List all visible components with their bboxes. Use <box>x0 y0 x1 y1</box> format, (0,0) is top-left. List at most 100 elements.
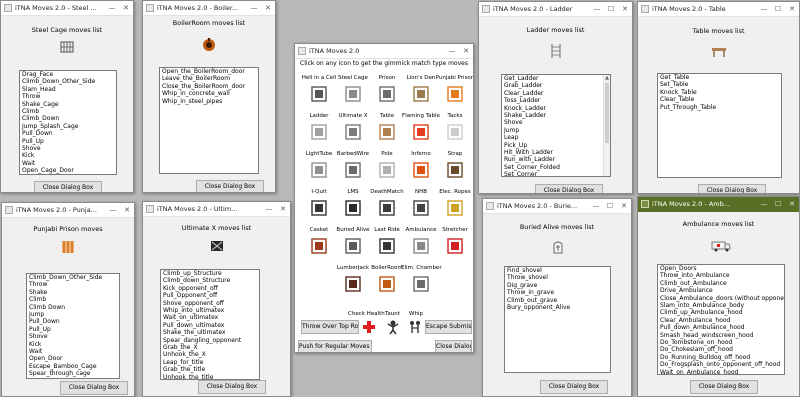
gimmick-punjabi-prison[interactable]: Punjabi Prison <box>435 74 473 104</box>
close-icon[interactable]: ✕ <box>785 197 799 212</box>
title-bar[interactable]: iTNA Moves 2.0 - Burie... — ☐ ✕ <box>483 199 631 214</box>
list-item[interactable]: Open_Cage_Door <box>20 167 116 174</box>
title-bar[interactable]: iTNA Moves 2.0 - Steel ... — ✕ <box>1 1 133 16</box>
close-dialog-button[interactable]: Close Dialog Box <box>60 381 128 395</box>
regular-moves-list-button[interactable]: Push for Regular Moves List <box>298 340 372 352</box>
title-bar[interactable]: iTNA Moves 2.0 - Amb... — ☐ ✕ <box>638 197 799 212</box>
list-item[interactable]: Put_Through_Table <box>658 104 781 111</box>
title-bar[interactable]: iTNA Moves 2.0 - Boiler... — ✕ <box>143 1 275 16</box>
minimize-icon[interactable]: — <box>757 197 771 212</box>
minimize-icon[interactable]: — <box>106 203 120 218</box>
list-item[interactable]: Shove <box>20 145 116 152</box>
close-dialog-button[interactable]: Close Dialog Box <box>698 184 766 193</box>
list-item[interactable]: Climb_Down_Other_Side <box>20 78 116 85</box>
list-item[interactable]: Throw_into_Ambulance <box>658 272 784 279</box>
close-icon[interactable]: ✕ <box>617 199 631 214</box>
deathmatch-icon[interactable] <box>377 198 397 218</box>
list-item[interactable]: Smash_head_windscreen_hood <box>658 332 784 339</box>
list-item[interactable]: Slam_into_Ambulance_body <box>658 302 784 309</box>
title-bar[interactable]: iTNA Moves 2.0 - Ladder — ☐ ✕ <box>479 2 632 17</box>
list-item[interactable]: Throw <box>20 93 116 100</box>
list-item[interactable]: Open_the_BoilerRoom_door <box>160 68 258 75</box>
escape-submission-button[interactable]: Escape Submission <box>425 320 472 334</box>
list-item[interactable]: Shake <box>27 289 119 296</box>
list-item[interactable]: Grab_Ladder <box>502 82 610 89</box>
strap-icon[interactable] <box>445 160 465 180</box>
list-item[interactable]: Close_the_BoilerRoom_door <box>160 83 258 90</box>
list-item[interactable]: Shake_Ladder <box>502 112 610 119</box>
list-item[interactable]: Throw <box>27 281 119 288</box>
close-icon[interactable]: ✕ <box>618 2 632 17</box>
list-item[interactable]: Kick_opponent_off <box>161 285 259 292</box>
stretcher-icon[interactable] <box>445 236 465 256</box>
title-bar[interactable]: iTNA Moves 2.0 - Ultim... — ✕ <box>143 202 290 217</box>
moves-list[interactable]: Open_Doors Throw_into_Ambulance Climb_out_… <box>657 264 785 375</box>
list-item[interactable]: Pick_Up <box>502 142 610 149</box>
elimination-chamber-icon[interactable] <box>411 274 431 294</box>
list-item[interactable]: Do_Tombstone_on_hood <box>658 339 784 346</box>
list-item[interactable]: Hit_With_Ladder <box>502 149 610 156</box>
close-icon[interactable]: ✕ <box>459 44 473 59</box>
list-item[interactable]: Shove_opponent_off <box>161 300 259 307</box>
list-item[interactable]: Escape_Bamboo_Cage <box>27 363 119 370</box>
punjabi-prison-icon[interactable] <box>445 84 465 104</box>
list-item[interactable]: Climb Down <box>27 304 119 311</box>
pole-icon[interactable] <box>377 160 397 180</box>
moves-list[interactable]: Get_Ladder Grab_Ladder Clear_Ladder Toss_La… <box>501 74 611 177</box>
list-item[interactable]: Climb_up_Structure <box>161 270 259 277</box>
list-item[interactable]: Set_Table <box>658 81 781 88</box>
list-item[interactable]: Open_Doors <box>658 265 784 272</box>
maximize-icon[interactable]: ☐ <box>771 197 785 212</box>
list-item[interactable]: Leave_the_BoilerRoom <box>160 75 258 82</box>
list-item[interactable]: Pull_Down <box>27 318 119 325</box>
check-health-icon[interactable] <box>361 319 377 335</box>
lumberjack-icon[interactable] <box>343 274 363 294</box>
list-item[interactable]: Whip_in_steel_pipes <box>160 98 258 105</box>
list-item[interactable]: Clear_Ambulance_hood <box>658 317 784 324</box>
title-bar[interactable]: iTNA Moves 2.0 — ✕ <box>295 44 473 59</box>
maximize-icon[interactable]: ☐ <box>771 2 785 17</box>
list-item[interactable]: Find_shovel <box>505 267 610 274</box>
close-icon[interactable]: ✕ <box>276 202 290 217</box>
list-item[interactable]: Shove <box>502 119 610 126</box>
list-item[interactable]: Wait_on_Ambulance_hood <box>658 369 784 374</box>
list-item[interactable]: Throw_in_grave <box>505 289 610 296</box>
list-item[interactable]: Knock_Table <box>658 89 781 96</box>
maximize-icon[interactable]: ☐ <box>604 2 618 17</box>
close-dialog-button[interactable]: Close Dialog Box <box>198 380 266 394</box>
list-item[interactable]: Run_with_Ladder <box>502 156 610 163</box>
minimize-icon[interactable]: — <box>262 202 276 217</box>
list-item[interactable]: Kick <box>20 152 116 159</box>
list-item[interactable]: Leap <box>502 134 610 141</box>
list-item[interactable]: Shake_the_ultimatex <box>161 329 259 336</box>
list-item[interactable]: Dig_grave <box>505 282 610 289</box>
list-item[interactable]: Climb_out_Ambulance <box>658 280 784 287</box>
list-item[interactable]: Climb_Down <box>20 115 116 122</box>
maximize-icon[interactable]: ☐ <box>603 199 617 214</box>
list-item[interactable]: Spear_dangling_opponent <box>161 337 259 344</box>
list-item[interactable]: Climb_out_grave <box>505 297 610 304</box>
ladder-icon[interactable] <box>309 122 329 142</box>
gimmick-strap[interactable]: Strap <box>435 150 473 180</box>
close-icon[interactable]: ✕ <box>120 203 134 218</box>
list-item[interactable]: Whip_into_ultimatex <box>161 307 259 314</box>
list-item[interactable]: Set_Corner <box>502 171 610 176</box>
list-item[interactable]: Pull_Down <box>20 130 116 137</box>
list-item[interactable]: Climb_Down_Other_Side <box>27 274 119 281</box>
list-item[interactable]: Drive_Ambulance <box>658 287 784 294</box>
minimize-icon[interactable]: — <box>247 1 261 16</box>
close-dialog-button[interactable]: Close Dialog Box <box>34 181 102 192</box>
throw-over-top-rope-button[interactable]: Throw Over Top Rope <box>301 320 359 334</box>
casket-icon[interactable] <box>309 236 329 256</box>
scroll-up-icon[interactable]: ▲ <box>604 75 610 82</box>
gimmick-electric-ropes[interactable]: Elec. Ropes <box>435 188 473 218</box>
moves-list[interactable]: Climb_Down_Other_Side Throw Shake Climb Clim… <box>26 273 120 379</box>
minimize-icon[interactable]: — <box>105 1 119 16</box>
table-icon[interactable] <box>377 122 397 142</box>
list-item[interactable]: Pull_down_ultimatex <box>161 322 259 329</box>
list-item[interactable]: Climb_down_Structure <box>161 277 259 284</box>
close-icon[interactable]: ✕ <box>119 1 133 16</box>
list-item[interactable]: Jump <box>502 127 610 134</box>
title-bar[interactable]: iTNA Moves 2.0 - Punja... — ✕ <box>2 203 134 218</box>
list-item[interactable]: Unhook_the_X <box>161 351 259 358</box>
